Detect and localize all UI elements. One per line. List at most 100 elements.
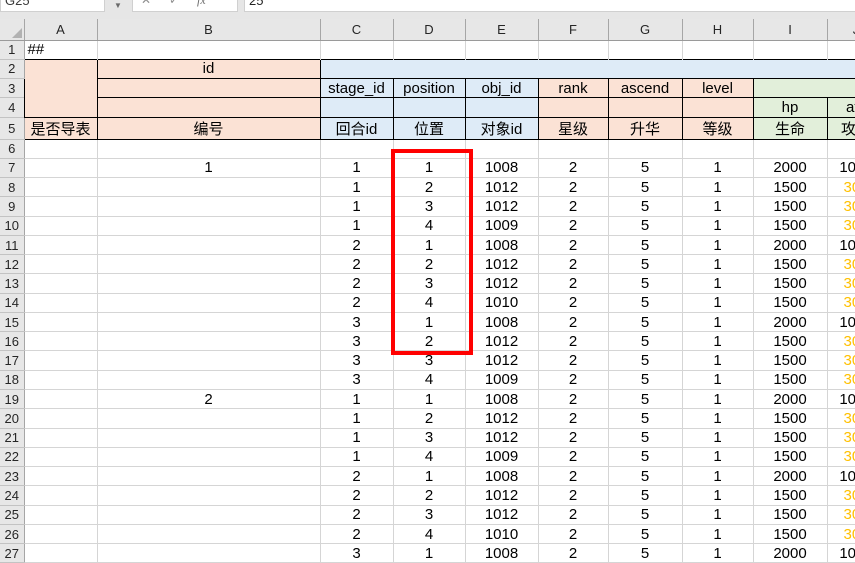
cell[interactable]: 1: [682, 255, 753, 274]
cell[interactable]: 5: [608, 486, 682, 505]
row-header[interactable]: 9: [0, 197, 24, 216]
insert-function-icon[interactable]: fx: [197, 0, 206, 8]
cell[interactable]: [97, 351, 320, 370]
row-header[interactable]: 22: [0, 447, 24, 466]
name-box-dropdown[interactable]: ▼: [110, 0, 128, 11]
cell[interactable]: 2: [538, 216, 608, 235]
header-cell-export[interactable]: 是否导表: [24, 117, 97, 139]
column-header-B[interactable]: B: [97, 19, 320, 40]
header-cell-atk[interactable]: atk: [827, 98, 855, 117]
formula-input[interactable]: 25: [244, 0, 855, 12]
cell[interactable]: 300: [827, 197, 855, 216]
cell[interactable]: 5: [608, 428, 682, 447]
cell[interactable]: 1009: [465, 216, 538, 235]
cell[interactable]: [97, 197, 320, 216]
row-header[interactable]: 27: [0, 544, 24, 563]
cell[interactable]: 4: [393, 524, 465, 543]
cell[interactable]: 1: [682, 197, 753, 216]
cell[interactable]: [97, 255, 320, 274]
cell[interactable]: [97, 505, 320, 524]
cell[interactable]: 2: [538, 197, 608, 216]
cell[interactable]: [24, 390, 97, 409]
cell[interactable]: 3: [393, 274, 465, 293]
cell[interactable]: 1008: [465, 544, 538, 563]
row-header[interactable]: 13: [0, 274, 24, 293]
cell[interactable]: [24, 351, 97, 370]
cell[interactable]: [24, 505, 97, 524]
cell[interactable]: [465, 139, 538, 158]
cell[interactable]: 2: [393, 332, 465, 351]
cell[interactable]: [465, 40, 538, 59]
cell[interactable]: 2: [320, 293, 393, 312]
cell[interactable]: 1: [682, 351, 753, 370]
cell[interactable]: 1000: [827, 235, 855, 254]
cell[interactable]: 2: [538, 428, 608, 447]
cell[interactable]: [97, 235, 320, 254]
header-cell-level[interactable]: level: [682, 79, 753, 98]
cell[interactable]: 2: [538, 178, 608, 197]
cell[interactable]: 2: [393, 409, 465, 428]
cell[interactable]: 2: [538, 274, 608, 293]
cell[interactable]: 2: [538, 447, 608, 466]
cell[interactable]: 1012: [465, 197, 538, 216]
cell[interactable]: 1012: [465, 505, 538, 524]
cell[interactable]: 5: [608, 274, 682, 293]
cell[interactable]: 1012: [465, 486, 538, 505]
cell[interactable]: 1: [393, 312, 465, 331]
header-cell-b3[interactable]: [97, 79, 320, 98]
column-header-G[interactable]: G: [608, 19, 682, 40]
cell[interactable]: 1500: [753, 370, 827, 389]
cell[interactable]: 5: [608, 370, 682, 389]
row-header[interactable]: 23: [0, 467, 24, 486]
cell[interactable]: [320, 40, 393, 59]
cell[interactable]: 2: [538, 158, 608, 177]
cell[interactable]: 1: [320, 409, 393, 428]
cell[interactable]: 1500: [753, 505, 827, 524]
cell[interactable]: 1: [682, 158, 753, 177]
cell[interactable]: [97, 216, 320, 235]
cell[interactable]: [24, 370, 97, 389]
cell[interactable]: 1: [682, 428, 753, 447]
cell[interactable]: 1: [320, 197, 393, 216]
cell[interactable]: [608, 139, 682, 158]
header-cell-cn-position[interactable]: 位置: [393, 117, 465, 139]
cell[interactable]: 1: [682, 216, 753, 235]
cell[interactable]: 1009: [465, 447, 538, 466]
cell[interactable]: [538, 139, 608, 158]
cell[interactable]: 2: [393, 255, 465, 274]
row-header[interactable]: 25: [0, 505, 24, 524]
row-header[interactable]: 17: [0, 351, 24, 370]
header-cell-cn-ascend[interactable]: 升华: [608, 117, 682, 139]
cell[interactable]: [97, 467, 320, 486]
cell[interactable]: 5: [608, 197, 682, 216]
row-header[interactable]: 8: [0, 178, 24, 197]
header-cell-c4[interactable]: [320, 98, 393, 117]
cell[interactable]: [97, 40, 320, 59]
row-header[interactable]: 18: [0, 370, 24, 389]
header-cell-cn-level[interactable]: 等级: [682, 117, 753, 139]
cell[interactable]: 1: [682, 235, 753, 254]
cell[interactable]: [24, 255, 97, 274]
cell[interactable]: [97, 544, 320, 563]
cell[interactable]: [753, 40, 827, 59]
cell[interactable]: 1012: [465, 332, 538, 351]
cell[interactable]: 2000: [753, 235, 827, 254]
cell[interactable]: 1: [682, 467, 753, 486]
header-cell-stage-id[interactable]: stage_id: [320, 79, 393, 98]
cell[interactable]: 1: [320, 447, 393, 466]
header-cell-a2[interactable]: [24, 59, 97, 117]
cancel-icon[interactable]: ✕: [141, 0, 151, 7]
cell[interactable]: 1: [682, 390, 753, 409]
cell[interactable]: 1500: [753, 293, 827, 312]
cell[interactable]: 5: [608, 544, 682, 563]
header-cell-obj-id[interactable]: obj_id: [465, 79, 538, 98]
cell[interactable]: [753, 139, 827, 158]
cell[interactable]: 1008: [465, 467, 538, 486]
cell[interactable]: [608, 40, 682, 59]
column-header-D[interactable]: D: [393, 19, 465, 40]
cell[interactable]: 5: [608, 293, 682, 312]
header-cell-e4[interactable]: [465, 98, 538, 117]
column-header-A[interactable]: A: [24, 19, 97, 40]
cell[interactable]: [24, 139, 97, 158]
header-cell-round-id[interactable]: 回合id: [320, 117, 393, 139]
